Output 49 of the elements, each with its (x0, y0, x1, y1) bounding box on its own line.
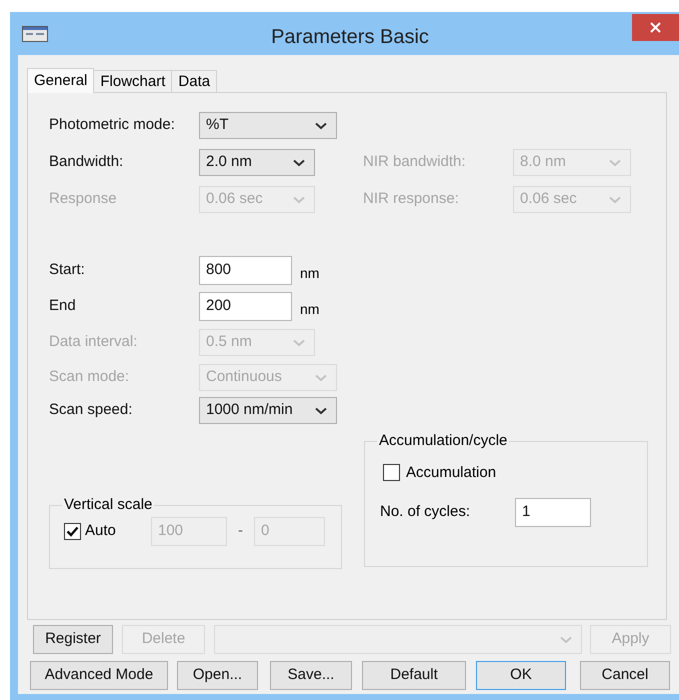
field-label: NIR bandwidth: (363, 152, 467, 172)
field-label: Data interval: (49, 332, 138, 352)
dropdown[interactable]: 2.0 nm (199, 149, 315, 176)
field-label: Scan speed: (49, 400, 134, 420)
checkbox-label: Auto (85, 520, 117, 541)
field-label: No. of cycles: (380, 502, 472, 522)
dropdown[interactable]: 1000 nm/min (199, 397, 337, 424)
button[interactable]: Cancel (580, 661, 670, 690)
tab[interactable]: Data (171, 70, 218, 93)
button[interactable]: Save... (270, 661, 352, 690)
chevron-down-icon (609, 158, 621, 166)
chevron-down-icon (315, 374, 327, 382)
checkmark-icon (66, 526, 79, 536)
field-label: End (49, 296, 77, 316)
field-label: Bandwidth: (49, 152, 124, 172)
chevron-down-icon (315, 122, 327, 130)
chevron-down-icon (293, 196, 305, 204)
field-label: Response (49, 189, 118, 210)
input-field[interactable]: 1 (515, 498, 591, 527)
chevron-down-icon (293, 158, 305, 166)
chevron-down-icon (560, 636, 572, 644)
range-separator: - (238, 520, 243, 541)
field-label: Photometric mode: (49, 115, 176, 136)
unit-label: nm (300, 300, 320, 319)
group-title: Vertical scale (63, 495, 154, 515)
button[interactable]: Register (33, 625, 113, 654)
chevron-down-icon (293, 338, 305, 346)
dropdown[interactable]: %T (199, 112, 337, 139)
field-label: Scan mode: (49, 367, 130, 388)
group-title: Accumulation/cycle (378, 431, 508, 451)
input-field[interactable]: 800 (199, 256, 292, 285)
input-field[interactable]: 200 (199, 292, 292, 321)
field-label: Start: (49, 260, 86, 280)
chevron-down-icon (315, 406, 327, 414)
button[interactable]: OK (476, 661, 566, 690)
checkbox[interactable] (383, 464, 400, 482)
checkbox[interactable] (64, 522, 81, 540)
window-icon (22, 26, 48, 42)
close-icon (650, 22, 661, 33)
close-button[interactable] (632, 14, 679, 41)
button[interactable]: Open... (177, 661, 258, 690)
unit-label: nm (300, 264, 320, 283)
window-title: Parameters Basic (270, 25, 430, 50)
chevron-down-icon (609, 196, 621, 204)
tab[interactable]: General (27, 68, 94, 93)
button[interactable]: Advanced Mode (30, 661, 168, 690)
field-label: NIR response: (363, 189, 460, 210)
button[interactable]: Default (362, 661, 466, 690)
checkbox-label: Accumulation (406, 462, 496, 482)
